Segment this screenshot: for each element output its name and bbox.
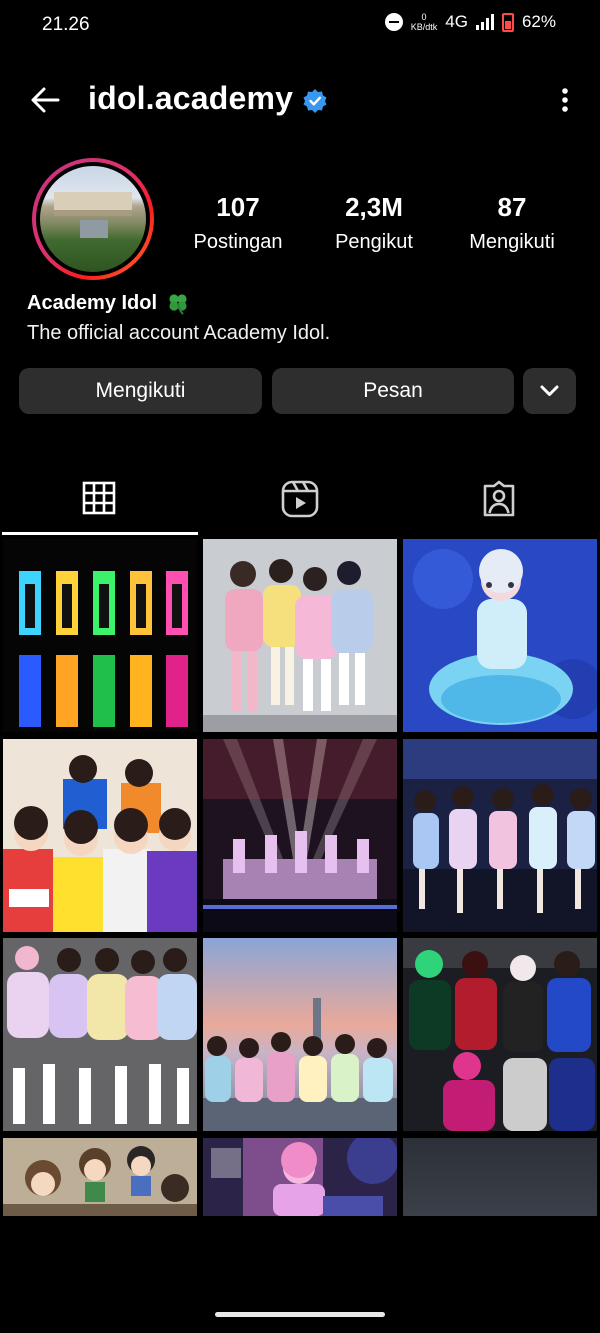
stat-posts[interactable]: 107 Postingan: [186, 192, 290, 254]
tab-posts-grid[interactable]: [0, 468, 198, 538]
battery-percent: 62%: [521, 12, 556, 31]
profile-handle: idol.academy: [88, 80, 294, 116]
tab-reels[interactable]: [201, 468, 399, 538]
profile-avatar-story-ring[interactable]: [32, 158, 154, 280]
post-thumbnail-10[interactable]: [3, 1138, 197, 1216]
stat-following-count: 87: [497, 192, 527, 222]
tab-tagged[interactable]: [400, 468, 598, 538]
post-thumbnail-8[interactable]: [203, 938, 397, 1131]
profile-display-name: Academy Idol: [27, 292, 158, 314]
post-thumbnail-1[interactable]: [3, 539, 197, 732]
network-speed-unit: KB/dtk: [410, 22, 438, 32]
network-type: 4G: [445, 12, 468, 31]
stat-following-label: Mengikuti: [469, 231, 555, 253]
tagged-icon: [483, 480, 515, 517]
reels-icon: [281, 480, 319, 518]
stat-posts-label: Postingan: [193, 231, 283, 253]
avatar[interactable]: [36, 162, 150, 276]
grid-icon: [82, 481, 116, 515]
suggested-accounts-button[interactable]: [523, 368, 576, 414]
network-speed: 0 KB/dtk: [411, 12, 438, 32]
chevron-down-icon: [540, 385, 559, 396]
network-speed-value: 0: [421, 12, 427, 22]
post-thumbnail-2[interactable]: [203, 539, 397, 732]
home-indicator[interactable]: [215, 1312, 385, 1317]
verified-badge-icon: [302, 88, 328, 114]
back-arrow-icon[interactable]: [28, 84, 64, 116]
post-thumbnail-9[interactable]: [403, 938, 597, 1131]
status-time: 21.26: [42, 14, 90, 35]
post-thumbnail-3[interactable]: [403, 539, 597, 732]
profile-tabs: [0, 468, 600, 538]
status-icons: 0 KB/dtk 4G 62%: [384, 12, 556, 32]
signal-icon: [475, 14, 494, 30]
post-thumbnail-7[interactable]: [3, 938, 197, 1131]
post-thumbnail-6[interactable]: [403, 739, 597, 932]
profile-header: idol.academy: [0, 72, 600, 128]
post-thumbnail-11[interactable]: [203, 1138, 397, 1216]
profile-bio: The official account Academy Idol.: [27, 322, 331, 344]
four-leaf-clover-icon: [166, 291, 190, 315]
active-tab-indicator: [2, 532, 198, 535]
stat-followers-count: 2,3M: [345, 192, 403, 222]
more-vertical-icon[interactable]: [560, 86, 570, 114]
post-thumbnail-12[interactable]: [403, 1138, 597, 1216]
battery-icon: [501, 12, 514, 32]
stat-posts-count: 107: [216, 192, 260, 222]
stat-followers[interactable]: 2,3M Pengikut: [326, 192, 422, 254]
post-thumbnail-4[interactable]: [3, 739, 197, 932]
following-button[interactable]: Mengikuti: [19, 368, 262, 414]
do-not-disturb-icon: [384, 13, 403, 31]
post-thumbnail-5[interactable]: [203, 739, 397, 932]
stat-followers-label: Pengikut: [335, 231, 413, 253]
status-bar: 21.26 0 KB/dtk 4G 62%: [0, 0, 600, 52]
message-button[interactable]: Pesan: [272, 368, 514, 414]
stat-following[interactable]: 87 Mengikuti: [460, 192, 564, 254]
